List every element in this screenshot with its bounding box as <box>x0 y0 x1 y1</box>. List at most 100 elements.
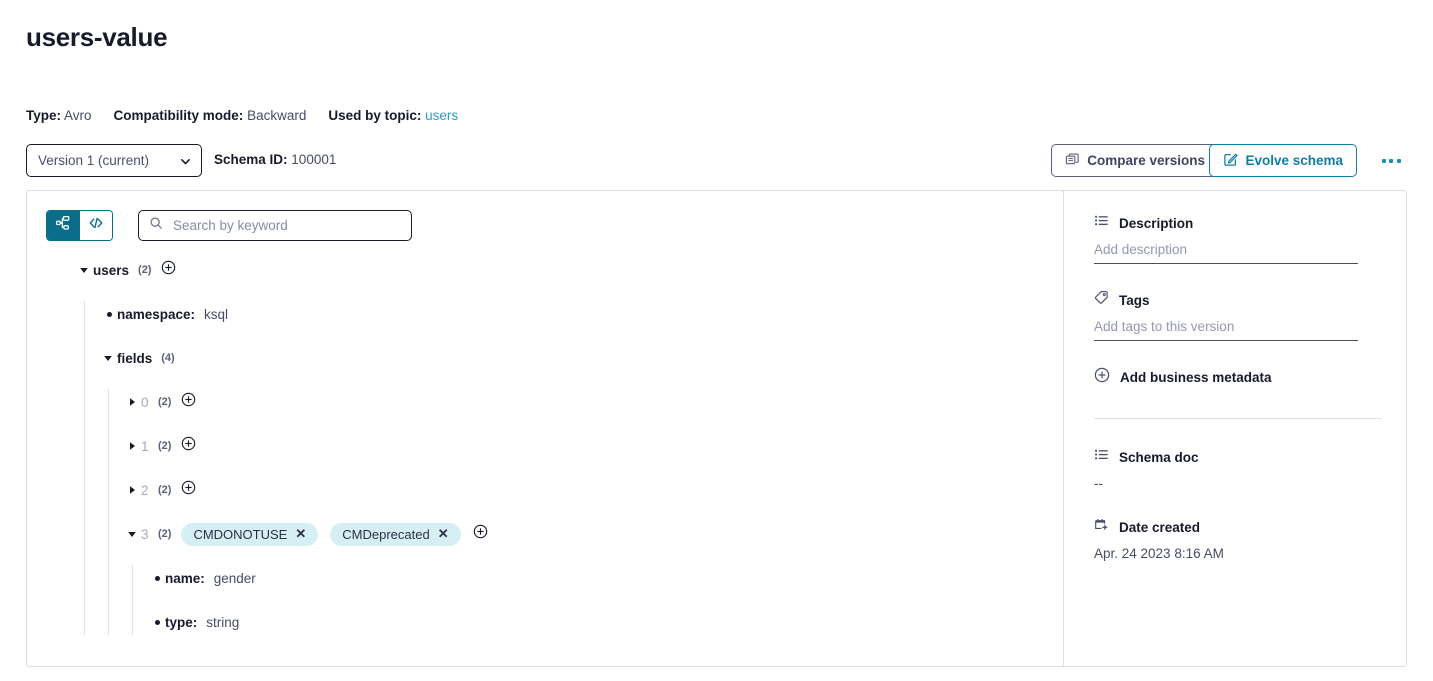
version-select[interactable]: Version 1 (current) <box>26 144 202 177</box>
caret-right-icon[interactable] <box>127 397 141 407</box>
tag-icon <box>1094 290 1109 310</box>
meta-type-label: Type: <box>26 108 62 123</box>
page-title: users-value <box>26 22 168 52</box>
view-mode-toggle <box>46 210 113 241</box>
date-created-section: Date created Apr. 24 2023 8:16 AM <box>1094 517 1382 561</box>
caret-down-icon[interactable] <box>79 265 93 275</box>
dot-3 <box>1396 158 1401 163</box>
caret-down-icon[interactable] <box>127 529 141 539</box>
tree-node-fields[interactable]: fields (4) <box>103 345 1053 371</box>
tree-node-field-0[interactable]: 0 (2) <box>127 389 1053 415</box>
tree-node-field-1[interactable]: 1 (2) <box>127 433 1053 459</box>
add-business-metadata-button[interactable]: Add business metadata <box>1094 367 1382 388</box>
tree-node-count: (2) <box>158 396 172 408</box>
add-tag-icon[interactable] <box>181 436 196 456</box>
remove-tag-icon[interactable]: ✕ <box>438 526 449 542</box>
tags-header: Tags <box>1094 290 1382 310</box>
tree-node-field-3[interactable]: 3 (2) CMDONOTUSE ✕ CMDeprecated ✕ <box>127 521 1053 547</box>
evolve-schema-button[interactable]: Evolve schema <box>1209 144 1357 177</box>
tree-node-index: 2 <box>141 482 149 498</box>
tree-node-field-2[interactable]: 2 (2) <box>127 477 1053 503</box>
tree-node-count: (2) <box>138 264 152 276</box>
date-created-header: Date created <box>1094 517 1382 537</box>
schema-doc-header: Schema doc <box>1094 447 1382 467</box>
compare-versions-button[interactable]: Compare versions <box>1051 144 1219 177</box>
add-business-metadata-label: Add business metadata <box>1120 370 1272 385</box>
tag-label: CMDONOTUSE <box>193 526 288 542</box>
tree-node-index: 3 <box>141 526 149 542</box>
controls-row: Version 1 (current) Schema ID: 100001 Co… <box>26 144 1407 177</box>
tag-pill[interactable]: CMDeprecated ✕ <box>330 522 461 546</box>
code-icon <box>88 215 104 236</box>
calendar-plus-icon <box>1094 517 1109 537</box>
add-tag-icon[interactable] <box>181 480 196 500</box>
tag-pill[interactable]: CMDONOTUSE ✕ <box>181 522 319 546</box>
schema-id-value: 100001 <box>291 152 337 167</box>
evolve-schema-label: Evolve schema <box>1245 153 1343 168</box>
add-tag-icon[interactable] <box>161 260 176 280</box>
tags-title: Tags <box>1119 292 1150 308</box>
bullet-icon <box>151 619 165 625</box>
search-icon <box>149 216 163 235</box>
add-tag-icon[interactable] <box>473 524 488 544</box>
tree-leaf-namespace: namespace: ksql <box>103 301 1053 327</box>
tree-node-count: (4) <box>161 352 175 364</box>
tree-node-label: fields <box>117 350 153 366</box>
meta-topic: Used by topic: users <box>328 108 458 123</box>
tree-node-users[interactable]: users (2) <box>79 257 1053 283</box>
tag-label: CMDeprecated <box>342 526 430 542</box>
tree-leaf-value: string <box>206 614 240 630</box>
version-select-label: Version 1 (current) <box>38 153 150 168</box>
more-options-button[interactable] <box>1375 144 1407 177</box>
description-title: Description <box>1119 215 1194 231</box>
description-input[interactable]: Add description <box>1094 242 1358 264</box>
remove-tag-icon[interactable]: ✕ <box>295 526 306 542</box>
tree-leaf-value: ksql <box>204 306 229 322</box>
tree-node-count: (2) <box>158 440 172 452</box>
tree-leaf-type: type: string <box>151 609 1053 635</box>
caret-right-icon[interactable] <box>127 441 141 451</box>
tree-leaf-key: type: <box>165 614 198 630</box>
caret-right-icon[interactable] <box>127 485 141 495</box>
dot-1 <box>1381 158 1386 163</box>
description-header: Description <box>1094 213 1382 233</box>
sidebar-divider <box>1094 418 1382 419</box>
tree-node-label: users <box>93 262 130 278</box>
schema-doc-section: Schema doc -- <box>1094 447 1382 492</box>
meta-compatibility: Compatibility mode: Backward <box>114 108 307 123</box>
tree-level-3: name: gender type: string <box>132 565 1053 635</box>
date-created-title: Date created <box>1119 519 1201 535</box>
schema-doc-value: -- <box>1094 476 1103 491</box>
tree-leaf-name: name: gender <box>151 565 1053 591</box>
tree-toolbar <box>46 210 412 241</box>
schema-meta-row: Type: Avro Compatibility mode: Backward … <box>26 108 458 123</box>
schema-id: Schema ID: 100001 <box>214 152 336 167</box>
compare-versions-label: Compare versions <box>1087 153 1205 168</box>
schema-tree: users (2) namespace: ksql fields (4) 0 (… <box>79 257 1053 635</box>
meta-type-value: Avro <box>64 108 92 123</box>
tree-view-toggle[interactable] <box>47 211 79 240</box>
copy-icon <box>1065 152 1080 170</box>
meta-topic-label: Used by topic: <box>328 108 422 123</box>
code-view-toggle[interactable] <box>80 211 112 240</box>
date-created-value: Apr. 24 2023 8:16 AM <box>1094 546 1224 561</box>
search-input[interactable] <box>171 217 401 234</box>
add-tag-icon[interactable] <box>181 392 196 412</box>
meta-compatibility-label: Compatibility mode: <box>113 108 244 123</box>
tree-leaf-key: namespace: <box>117 306 196 322</box>
tree-node-index: 1 <box>141 438 149 454</box>
tree-node-count: (2) <box>158 528 172 540</box>
topic-link-users[interactable]: users <box>425 108 458 123</box>
bullet-icon <box>151 575 165 581</box>
caret-down-icon[interactable] <box>103 353 117 363</box>
tree-leaf-value: gender <box>213 570 256 586</box>
search-box[interactable] <box>138 210 412 241</box>
tags-section: Tags Add tags to this version <box>1094 290 1382 341</box>
chevron-down-icon <box>180 155 191 166</box>
schema-panel: users (2) namespace: ksql <box>26 190 1407 667</box>
meta-compatibility-value: Backward <box>247 108 307 123</box>
schema-doc-title: Schema doc <box>1119 449 1199 465</box>
dot-2 <box>1389 158 1393 163</box>
schema-detail-page: users-value Type: Avro Compatibility mod… <box>0 0 1433 681</box>
tags-input[interactable]: Add tags to this version <box>1094 319 1358 341</box>
